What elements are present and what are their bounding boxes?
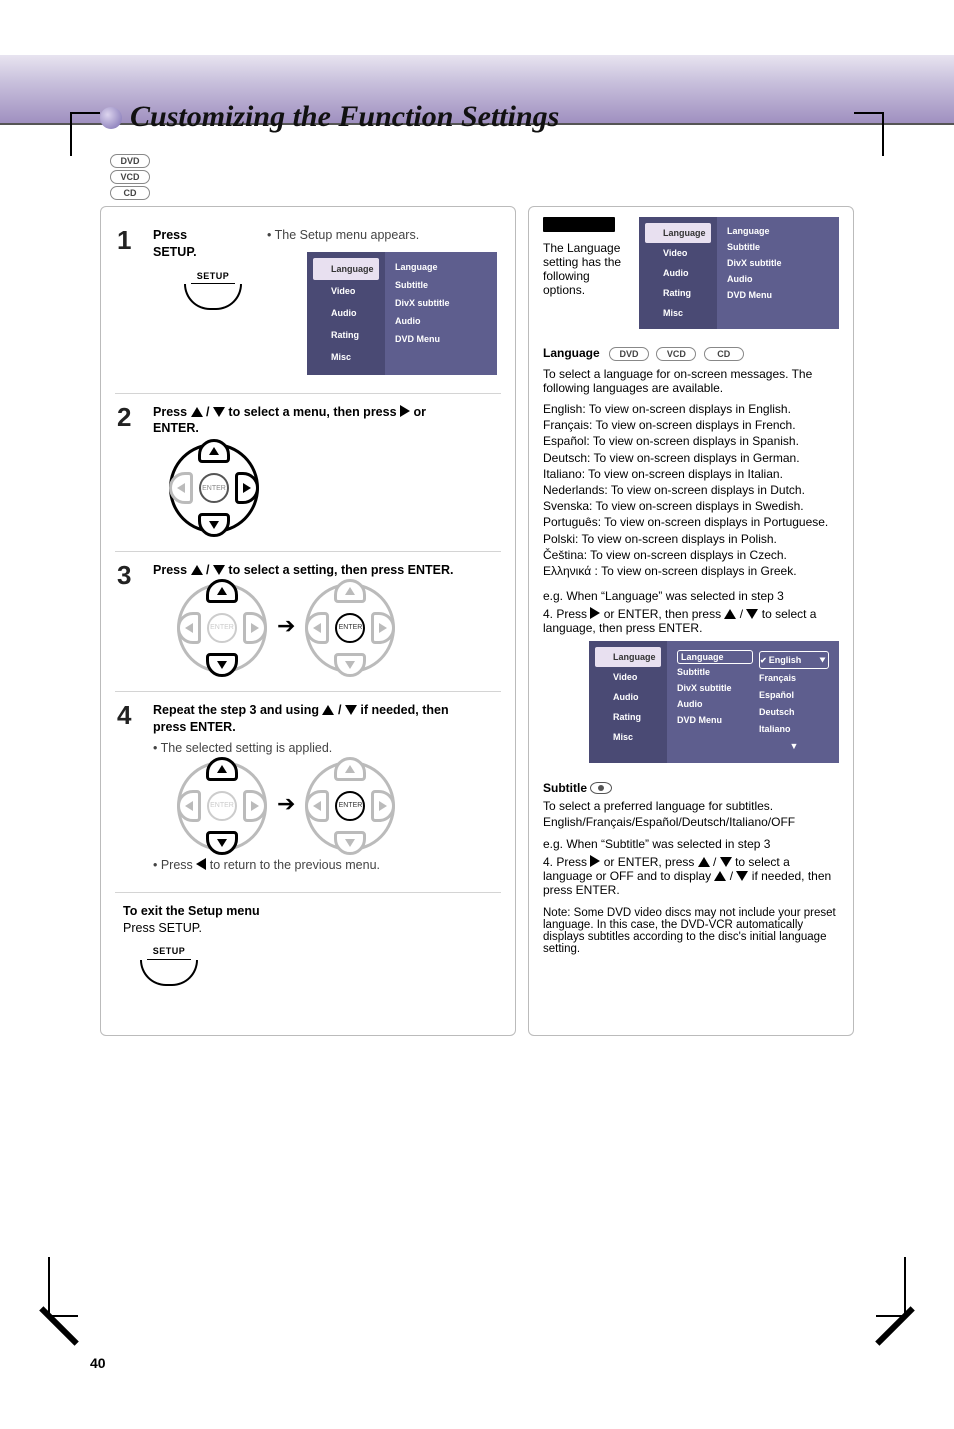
language-intro: The Language setting has the following o… [543,241,629,297]
step4-note-b: • Press to return to the previous menu. [153,857,497,874]
up-arrow-icon [724,609,736,619]
badge-dvd: DVD [609,347,649,361]
down-arrow-icon [213,407,225,417]
dpad-icon: ENTER [169,443,259,533]
dpad-updown-icon: ENTER [177,761,267,851]
subtitle-example: e.g. When “Subtitle” was selected in ste… [543,837,839,851]
dpad-enter-icon: ENTER [305,761,395,851]
language-list: English: To view on-screen displays in E… [543,401,839,579]
badge-vcd: VCD [656,347,696,361]
step-3: 3 Press / to select a setting, then pres… [115,552,501,692]
then-arrow-icon: ➔ [277,611,295,641]
up-arrow-icon [191,407,203,417]
down-arrow-icon [746,609,758,619]
language-step4: 4. Press or ENTER, then press / to selec… [543,607,839,635]
up-arrow-icon [714,871,726,881]
dpad-enter-icon: ENTER [305,583,395,673]
step-2: 2 Press / to select a menu, then press o… [115,394,501,553]
right-arrow-icon [590,607,600,619]
step3-text: Press / to select a setting, then press … [153,563,453,577]
setup-button-glyph: SETUP [173,267,253,310]
subtitle-note: Note: Some DVD video discs may not inclu… [543,907,839,955]
right-column: The Language setting has the following o… [528,206,854,1036]
step-1: 1 Press SETUP. SETUP • The Setup men [115,217,501,394]
down-arrow-icon [345,705,357,715]
tv-icon [315,284,327,296]
badge-cd: CD [110,186,150,200]
badge-vcd: VCD [110,170,150,184]
left-arrow-icon [196,858,206,870]
right-arrow-icon [400,405,410,417]
down-arrow-icon [736,871,748,881]
person-icon [315,328,327,340]
exit-title: To exit the Setup menu [123,904,260,918]
step-number: 2 [117,402,131,433]
page-title-text: Customizing the Function Settings [130,100,559,133]
subhead-language: Language [543,346,600,360]
setup-button-glyph: SETUP [129,942,209,985]
exit-body: Press SETUP. [123,921,202,935]
page-number: 40 [90,1355,106,1371]
subtitle-options: English/Français/Español/Deutsch/Italian… [543,815,839,829]
bars-icon [315,350,327,362]
step-number: 3 [117,560,131,591]
setup-menu-preview: Language Video Audio Rating Misc Languag… [307,252,497,375]
language-heading-bar [543,217,615,232]
language-desc: To select a language for on-screen messa… [543,367,839,395]
step-number: 1 [117,225,131,256]
dpad-updown-icon: ENTER [177,583,267,673]
step4-text: Repeat the step 3 and using / if needed,… [153,703,449,734]
step-4: 4 Repeat the step 3 and using / if neede… [115,692,501,893]
badge-cd: CD [704,347,744,361]
up-arrow-icon [698,857,710,867]
then-arrow-icon: ➔ [277,789,295,819]
step-number: 4 [117,700,131,731]
step2-text: Press / to select a menu, then press orE… [153,405,426,436]
subhead-subtitle: Subtitle [543,781,587,795]
left-column: 1 Press SETUP. SETUP • The Setup men [100,206,516,1036]
right-arrow-icon [590,855,600,867]
step1-note: • The Setup menu appears. [267,227,497,244]
disc-type-badges: DVD VCD CD [110,154,894,200]
up-arrow-icon [191,565,203,575]
subtitle-step4: 4. Press or ENTER, press / to select a l… [543,855,839,897]
setup-menu-preview: Language Video Audio Rating Misc Languag… [639,217,839,329]
down-arrow-icon [213,565,225,575]
badge-dvd: DVD [110,154,150,168]
speaker-icon [315,306,327,318]
title-bullet-icon [100,107,122,129]
dvd-eye-icon [590,782,612,794]
up-arrow-icon [322,705,334,715]
language-option-list: English Français Español Deutsch Italian… [759,647,829,757]
step1-text-setup: SETUP. [153,245,197,259]
globe-icon [315,262,327,274]
step4-note-a: • The selected setting is applied. [153,740,497,757]
down-arrow-icon [720,857,732,867]
language-options-preview: Language Video Audio Rating Misc Languag… [589,641,839,763]
exit-block: To exit the Setup menu Press SETUP. SETU… [115,893,501,1004]
language-example: e.g. When “Language” was selected in ste… [543,589,839,603]
step1-text-press: Press [153,228,187,242]
subtitle-desc: To select a preferred language for subti… [543,799,839,813]
page-title: Customizing the Function Settings [100,100,894,134]
